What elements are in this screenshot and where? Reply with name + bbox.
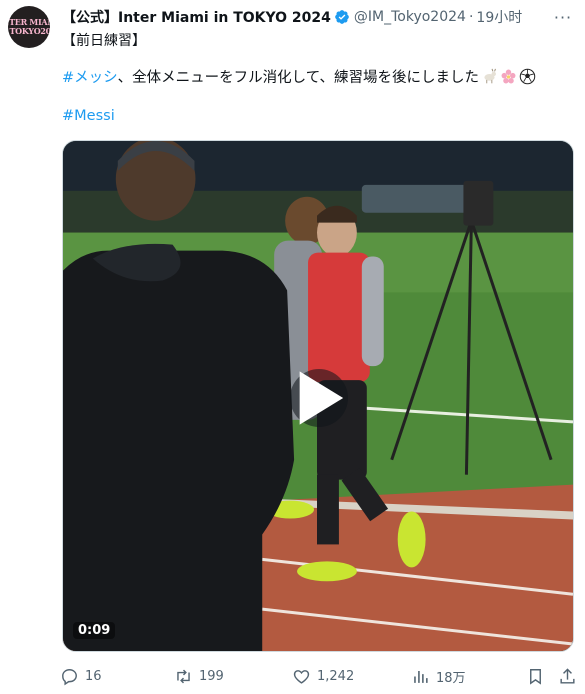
like-button[interactable]: 1,242 [292,664,354,688]
hashtag-link-messi-jp[interactable]: #メッシ [62,66,118,87]
hashtag-link-messi[interactable]: #Messi [62,108,115,124]
view-count: 18万 [436,670,466,686]
video-player[interactable]: 0:09 [62,140,574,652]
tweet-header: 【公式】Inter Miami in TOKYO 2024 @IM_Tokyo2… [62,7,575,27]
soccer-ball-emoji-icon [519,68,536,85]
tweet-card[interactable]: INTER MIAMI IN TOKYO2024 【公式】Inter Miami… [0,0,585,694]
views-button[interactable]: 18万 [411,664,466,688]
action-bar: 16 199 1,242 18万 [56,664,580,688]
bookmark-icon [530,668,541,685]
user-handle[interactable]: @IM_Tokyo2024 [354,9,466,25]
reply-icon [62,668,77,685]
play-button[interactable] [290,369,348,427]
like-count: 1,242 [317,668,355,684]
tweet-subtitle: 【前日練習】 [62,33,146,49]
avatar-text-line-2: IN TOKYO2024 [8,26,50,36]
bookmark-button[interactable] [526,664,545,688]
more-options-icon[interactable]: ··· [553,7,573,27]
heart-icon [293,669,310,684]
goat-emoji-icon [484,68,496,84]
analytics-icon [414,670,428,683]
tweet-body-text: 、全体メニューをフル消化して、練習場を後にしました [117,70,479,86]
retweet-button[interactable]: 199 [174,664,224,688]
cherry-blossom-emoji-icon [501,69,516,84]
share-button[interactable] [558,664,577,688]
reply-button[interactable]: 16 [60,664,102,688]
separator-dot: · [468,9,474,25]
verified-badge-icon [335,10,349,24]
timestamp[interactable]: 19小时 [476,7,522,27]
video-duration: 0:09 [73,622,116,639]
share-icon [560,667,575,684]
retweet-count: 199 [199,668,224,684]
tweet-body: #メッシ 、全体メニューをフル消化して、練習場を後にしました [62,66,536,87]
display-name[interactable]: 【公式】Inter Miami in TOKYO 2024 [62,7,331,27]
reply-count: 16 [85,668,102,684]
play-icon [299,371,344,425]
avatar[interactable]: INTER MIAMI IN TOKYO2024 [8,6,50,48]
retweet-icon [177,669,190,683]
